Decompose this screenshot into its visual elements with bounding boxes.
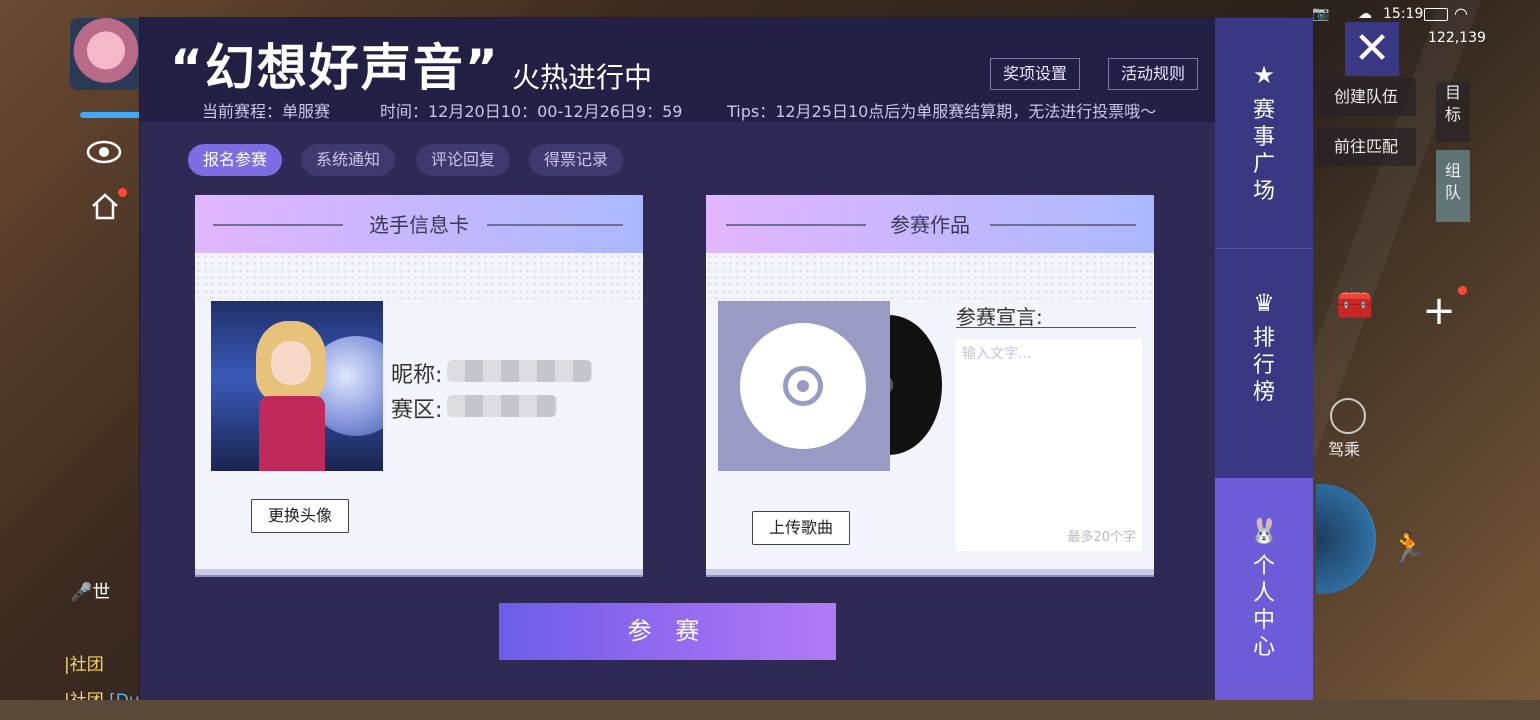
home-icon[interactable]: [90, 192, 120, 220]
tab-vote-record[interactable]: 得票记录: [529, 144, 624, 176]
close-icon: ✕: [1353, 23, 1391, 74]
tab-comment-reply[interactable]: 评论回复: [416, 144, 511, 176]
team-button[interactable]: 组队: [1436, 150, 1470, 222]
bunny-icon: 🐰: [1249, 517, 1279, 545]
disc-center: [797, 380, 809, 392]
disc-icon: [740, 323, 866, 449]
declaration-placeholder: 输入文字...: [962, 346, 1032, 362]
clock: 15:19: [1383, 6, 1424, 22]
player-portrait: [211, 301, 383, 471]
page-subtitle: 火热进行中: [512, 61, 653, 94]
page-title: “幻想好声音”: [170, 39, 500, 97]
wifi-icon: ◠: [1454, 4, 1468, 23]
tab-system-notice[interactable]: 系统通知: [301, 144, 396, 176]
card-title: 选手信息卡: [369, 213, 469, 237]
chat-line[interactable]: |社团: [64, 650, 104, 675]
server-value-blurred: [447, 395, 557, 417]
side-divider: [1215, 248, 1313, 249]
side-tab-personal-center[interactable]: 🐰 个人中心: [1215, 518, 1313, 661]
declaration-input[interactable]: 输入文字... 最多20个字: [956, 339, 1142, 551]
create-team-button[interactable]: 创建队伍: [1316, 78, 1416, 116]
declaration-label: 参赛宣言:: [956, 305, 1043, 329]
notification-dot: [1458, 286, 1467, 295]
change-avatar-button[interactable]: 更换头像: [251, 499, 350, 533]
card-pattern: [706, 253, 1154, 299]
side-tab-label: 个人中心: [1252, 554, 1275, 660]
hp-bar: [80, 112, 142, 118]
star-icon: ★: [1253, 61, 1275, 89]
joystick[interactable]: [1316, 484, 1376, 594]
tab-signup[interactable]: 报名参赛: [188, 144, 283, 176]
chat-tag: |社团: [64, 655, 104, 675]
coordinates: 122,139: [1428, 30, 1486, 46]
contest-modal: “幻想好声音” 火热进行中 奖项设置 活动规则 当前赛程：单服赛 时间：12月2…: [140, 18, 1215, 700]
card-pattern: [195, 253, 643, 299]
side-tab-label: 排行榜: [1252, 326, 1275, 405]
activity-rules-button[interactable]: 活动规则: [1108, 58, 1199, 90]
drive-label: 驾乘: [1328, 440, 1361, 459]
steering-wheel-icon[interactable]: [1330, 398, 1366, 434]
bottom-strip: [0, 700, 1540, 720]
time-info: 时间：12月20日10：00-12月26日9：59: [380, 102, 683, 121]
join-contest-button[interactable]: 参 赛: [499, 603, 836, 660]
stage-info: 当前赛程：单服赛: [202, 102, 331, 121]
side-tab-label: 赛事广场: [1252, 98, 1275, 204]
card-title: 参赛作品: [890, 213, 970, 237]
modal-header: “幻想好声音” 火热进行中 奖项设置 活动规则 当前赛程：单服赛 时间：12月2…: [140, 18, 1215, 122]
camera-icon[interactable]: 📷: [1312, 6, 1329, 22]
side-tab-ranking[interactable]: ♛ 排行榜: [1215, 290, 1313, 406]
side-tab-panel: ★ 赛事广场 ♛ 排行榜 🐰 个人中心: [1215, 18, 1313, 704]
declaration-limit: 最多20个字: [1067, 530, 1136, 545]
toolbox-icon[interactable]: 🧰: [1330, 286, 1380, 340]
close-button[interactable]: ✕: [1345, 22, 1399, 76]
player-avatar[interactable]: [70, 18, 142, 90]
team-label: 组队: [1445, 161, 1462, 202]
notification-dot: [118, 188, 127, 197]
target-button[interactable]: 目标: [1436, 82, 1470, 142]
target-label: 目标: [1445, 83, 1462, 124]
eye-icon[interactable]: [86, 136, 122, 168]
character-dress: [259, 396, 325, 471]
weather-icon: ☁: [1358, 6, 1372, 22]
battery-icon: [1424, 8, 1448, 21]
character-face: [271, 341, 311, 385]
nickname-value-blurred: [447, 360, 592, 382]
nickname-label: 昵称:: [391, 363, 443, 388]
plus-icon[interactable]: +: [1414, 286, 1464, 340]
side-tab-contest-square[interactable]: ★ 赛事广场: [1215, 62, 1313, 205]
go-match-button[interactable]: 前往匹配: [1316, 128, 1416, 166]
sprint-icon[interactable]: 🏃: [1390, 530, 1427, 565]
award-settings-button[interactable]: 奖项设置: [990, 58, 1081, 90]
crown-icon: ♛: [1253, 289, 1275, 317]
entry-card: 参赛作品 上传歌曲 参赛宣言: 输入文字... 最多20个字: [706, 195, 1154, 569]
player-info-card: 选手信息卡 昵称: 赛区: 更换头像: [195, 195, 643, 569]
album-cover[interactable]: [718, 301, 890, 471]
upload-song-button[interactable]: 上传歌曲: [752, 511, 851, 545]
voice-channel-label: 世: [92, 582, 111, 603]
voice-button[interactable]: 🎤世: [70, 578, 110, 604]
declaration-underline: [956, 327, 1136, 328]
server-label: 赛区:: [391, 398, 443, 423]
tips-info: Tips：12月25日10点后为单服赛结算期，无法进行投票哦～: [727, 102, 1157, 121]
